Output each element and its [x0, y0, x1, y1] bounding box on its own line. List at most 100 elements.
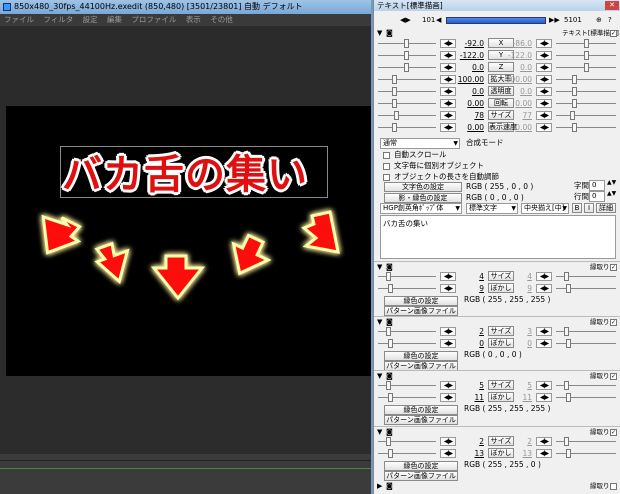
- param-slider-right[interactable]: [556, 79, 616, 80]
- footer-lock-icon[interactable]: ◙: [386, 481, 393, 491]
- param-value-start[interactable]: 0.00: [456, 122, 484, 133]
- filter-blur-step-icon[interactable]: ◀|▶: [440, 284, 456, 293]
- add-filter-icon[interactable]: ⊕: [596, 15, 602, 25]
- filter-blur-slider[interactable]: [378, 453, 436, 454]
- filter-enabled-checkbox[interactable]: ✓: [610, 429, 617, 436]
- filter-size-step-right-icon[interactable]: ◀|▶: [536, 381, 552, 390]
- frame-nav-icon[interactable]: ◀▶: [400, 15, 411, 25]
- param-slider-right[interactable]: [556, 127, 616, 128]
- filter-size-thumb[interactable]: [386, 381, 391, 390]
- param-slider-left[interactable]: [378, 103, 436, 104]
- param-step-left-icon[interactable]: ◀|▶: [440, 123, 456, 132]
- filter-blur-slider[interactable]: [378, 397, 436, 398]
- param-step-right-icon[interactable]: ◀|▶: [536, 51, 552, 60]
- filter-size-thumb-right[interactable]: [564, 437, 569, 446]
- object-enabled-checkbox[interactable]: ✓: [610, 30, 617, 37]
- filter-blur-thumb[interactable]: [388, 393, 393, 402]
- blend-mode-select[interactable]: 通常 ▼: [380, 138, 460, 149]
- param-slider-right-thumb[interactable]: [572, 87, 577, 96]
- filter-size-thumb[interactable]: [386, 327, 391, 336]
- param-step-right-icon[interactable]: ◀|▶: [536, 63, 552, 72]
- filter-color-button[interactable]: 縁色の設定: [384, 296, 458, 306]
- menu-view[interactable]: 表示: [186, 15, 201, 24]
- param-value-end[interactable]: 0.0: [504, 86, 532, 97]
- filter-size-end[interactable]: 3: [504, 326, 532, 337]
- filter-size-end[interactable]: 5: [504, 380, 532, 391]
- collapse-icon[interactable]: ▼: [377, 28, 382, 38]
- menu-file[interactable]: ファイル: [4, 15, 34, 24]
- menu-filter[interactable]: フィルタ: [43, 15, 73, 24]
- param-slider-left-thumb[interactable]: [404, 39, 409, 48]
- param-slider-left-thumb[interactable]: [392, 99, 397, 108]
- filter-pattern-button[interactable]: パターン画像ファイル: [384, 415, 458, 425]
- param-slider-right-thumb[interactable]: [572, 123, 577, 132]
- filter-blur-thumb[interactable]: [388, 449, 393, 458]
- edge-color-button[interactable]: 影・縁色の設定: [384, 193, 462, 203]
- bold-button[interactable]: B: [572, 203, 582, 213]
- param-step-right-icon[interactable]: ◀|▶: [536, 123, 552, 132]
- filter-blur-start[interactable]: 11: [456, 392, 484, 403]
- filter-pattern-button[interactable]: パターン画像ファイル: [384, 306, 458, 316]
- param-step-left-icon[interactable]: ◀|▶: [440, 111, 456, 120]
- filter-blur-step-right-icon[interactable]: ◀|▶: [536, 284, 552, 293]
- param-value-start[interactable]: -92.0: [456, 38, 484, 49]
- line-spacing-input[interactable]: 0: [589, 191, 605, 202]
- filter-size-start[interactable]: 5: [456, 380, 484, 391]
- per-char-checkbox[interactable]: [383, 163, 390, 170]
- auto-scroll-checkbox[interactable]: [383, 152, 390, 159]
- param-step-left-icon[interactable]: ◀|▶: [440, 87, 456, 96]
- filter-blur-thumb-right[interactable]: [566, 449, 571, 458]
- filter-blur-slider-right[interactable]: [556, 288, 616, 289]
- filter-blur-thumb[interactable]: [388, 284, 393, 293]
- param-slider-left[interactable]: [378, 115, 436, 116]
- param-value-start[interactable]: 78: [456, 110, 484, 121]
- param-slider-left-thumb[interactable]: [394, 111, 399, 120]
- filter-blur-slider[interactable]: [378, 343, 436, 344]
- filter-size-step-icon[interactable]: ◀|▶: [440, 437, 456, 446]
- param-slider-right-thumb[interactable]: [584, 39, 589, 48]
- filter-size-thumb[interactable]: [386, 272, 391, 281]
- prev-frame-icon[interactable]: ◀: [436, 15, 441, 25]
- param-step-left-icon[interactable]: ◀|▶: [440, 75, 456, 84]
- filter-blur-thumb-right[interactable]: [566, 339, 571, 348]
- param-value-end[interactable]: 0.00: [504, 122, 532, 133]
- filter-blur-step-icon[interactable]: ◀|▶: [440, 339, 456, 348]
- timeline-area[interactable]: [0, 376, 371, 494]
- filter-blur-step-right-icon[interactable]: ◀|▶: [536, 393, 552, 402]
- detail-button[interactable]: 詳細: [596, 203, 616, 213]
- param-value-end[interactable]: 100.00: [504, 74, 532, 85]
- lock-icon[interactable]: ◙: [386, 28, 393, 38]
- filter-blur-start[interactable]: 0: [456, 338, 484, 349]
- footer-expand-icon[interactable]: ▶: [377, 481, 382, 491]
- param-value-end[interactable]: 77: [504, 110, 532, 121]
- spacing-input[interactable]: 0: [589, 180, 605, 191]
- frame-slider[interactable]: [446, 17, 546, 24]
- filter-size-end[interactable]: 2: [504, 436, 532, 447]
- param-value-end[interactable]: -122.0: [504, 50, 532, 61]
- param-slider-left-thumb[interactable]: [392, 75, 397, 84]
- text-color-button[interactable]: 文字色の設定: [384, 182, 462, 192]
- param-slider-left[interactable]: [378, 79, 436, 80]
- filter-size-start[interactable]: 4: [456, 271, 484, 282]
- filter-enabled-checkbox[interactable]: ✓: [610, 319, 617, 326]
- param-value-end[interactable]: 0.0: [504, 62, 532, 73]
- param-slider-left-thumb[interactable]: [392, 87, 397, 96]
- filter-size-start[interactable]: 2: [456, 436, 484, 447]
- auto-length-checkbox[interactable]: [383, 174, 390, 181]
- footer-enabled-checkbox[interactable]: [610, 483, 617, 490]
- filter-blur-slider-right[interactable]: [556, 397, 616, 398]
- param-slider-right-thumb[interactable]: [584, 51, 589, 60]
- italic-button[interactable]: I: [584, 203, 594, 213]
- param-value-start[interactable]: 0.0: [456, 86, 484, 97]
- filter-size-step-right-icon[interactable]: ◀|▶: [536, 327, 552, 336]
- video-canvas[interactable]: バカ舌の集い: [6, 106, 371, 376]
- help-icon[interactable]: ?: [608, 15, 612, 25]
- param-step-right-icon[interactable]: ◀|▶: [536, 99, 552, 108]
- filter-blur-end[interactable]: 0: [504, 338, 532, 349]
- menu-other[interactable]: その他: [210, 15, 233, 24]
- align-select[interactable]: 中央揃え[中] ▼: [521, 203, 569, 214]
- param-slider-left[interactable]: [378, 127, 436, 128]
- filter-color-button[interactable]: 縁色の設定: [384, 351, 458, 361]
- filter-blur-step-right-icon[interactable]: ◀|▶: [536, 449, 552, 458]
- param-step-right-icon[interactable]: ◀|▶: [536, 75, 552, 84]
